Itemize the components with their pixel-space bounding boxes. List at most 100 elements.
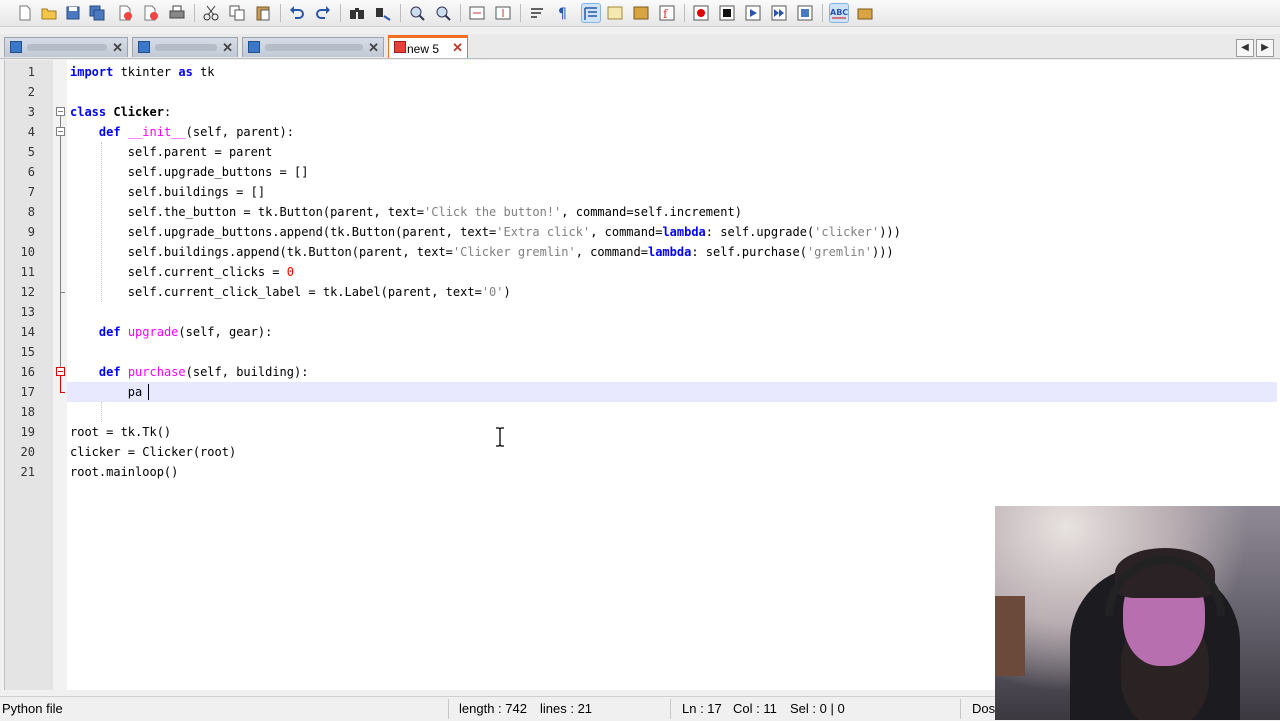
line-number: 18 — [20, 405, 35, 419]
python-file-icon — [248, 41, 260, 53]
file-type-label: Python file — [2, 701, 63, 716]
lines-count-label: lines : 21 — [540, 701, 593, 716]
code-line: self.current_click_label = tk.Label(pare… — [70, 285, 511, 299]
indent-guide-icon[interactable] — [581, 3, 601, 23]
tab-document-2[interactable]: ✕ — [132, 37, 238, 57]
line-number: 13 — [20, 305, 35, 319]
play-macro-icon[interactable] — [744, 4, 762, 22]
open-file-icon[interactable] — [40, 4, 58, 22]
code-line: def upgrade(self, gear): — [98, 325, 273, 339]
code-line: pa — [70, 385, 143, 399]
copy-icon[interactable] — [228, 4, 246, 22]
tab-label-blurred — [27, 44, 107, 51]
redo-icon[interactable] — [314, 4, 332, 22]
code-line: def purchase(self, building): — [98, 365, 309, 379]
line-number: 9 — [27, 225, 35, 239]
code-line: class Clicker: — [70, 105, 172, 119]
line-number: 10 — [20, 245, 35, 259]
tab-label-blurred — [265, 44, 363, 51]
current-line-highlight — [67, 382, 1277, 402]
save-all-icon[interactable] — [88, 4, 106, 22]
line-number: 6 — [27, 165, 35, 179]
code-line: root = tk.Tk() — [70, 425, 172, 439]
code-line: self.parent = parent — [70, 145, 273, 159]
line-number: 20 — [20, 445, 35, 459]
replace-icon[interactable] — [374, 4, 392, 22]
cut-icon[interactable] — [202, 4, 220, 22]
fold-toggle-icon[interactable] — [56, 127, 65, 136]
eol-format-label: Dos — [972, 701, 996, 716]
sync-horizontal-icon[interactable] — [494, 4, 512, 22]
close-icon[interactable]: ✕ — [112, 40, 123, 56]
line-number: 7 — [27, 185, 35, 199]
run-macro-multiple-icon[interactable] — [770, 4, 788, 22]
show-all-characters-icon[interactable]: ¶ — [554, 4, 572, 22]
line-number: 21 — [20, 465, 35, 479]
tab-bar: ✕ ✕ ✕ new 5 ✕ ◀ ▶ — [0, 34, 1280, 59]
line-number: 2 — [27, 85, 35, 99]
code-line: root.mainloop() — [70, 465, 179, 479]
print-icon[interactable] — [168, 4, 186, 22]
tab-scroll-left-icon[interactable]: ◀ — [1236, 39, 1254, 57]
fold-end-marker — [60, 392, 65, 393]
tab-label-blurred — [155, 44, 217, 51]
tab-document-3[interactable]: ✕ — [242, 37, 384, 57]
close-icon[interactable]: ✕ — [452, 40, 463, 56]
code-line: import tkinter as tk — [70, 65, 215, 79]
function-list-icon[interactable]: f — [658, 4, 676, 22]
zoom-out-icon[interactable] — [434, 4, 452, 22]
launch-in-browser-icon[interactable] — [856, 4, 874, 22]
python-file-icon — [10, 41, 22, 53]
code-line: self.upgrade_buttons = [] — [70, 165, 309, 179]
close-icon[interactable]: ✕ — [368, 40, 379, 56]
line-number: 15 — [20, 345, 35, 359]
svg-text:ABC: ABC — [830, 8, 848, 17]
zoom-in-icon[interactable] — [408, 4, 426, 22]
close-all-icon[interactable] — [142, 4, 160, 22]
code-line: self.current_clicks = 0 — [70, 265, 294, 279]
tab-document-1[interactable]: ✕ — [4, 37, 128, 57]
line-number: 8 — [27, 205, 35, 219]
word-wrap-icon[interactable] — [528, 4, 546, 22]
close-icon[interactable]: ✕ — [222, 40, 233, 56]
text-caret — [148, 384, 149, 400]
save-icon[interactable] — [64, 4, 82, 22]
new-file-icon[interactable] — [16, 4, 34, 22]
folder-as-workspace-icon[interactable] — [632, 4, 650, 22]
line-number: 14 — [20, 325, 35, 339]
code-line: self.the_button = tk.Button(parent, text… — [70, 205, 742, 219]
language-icon[interactable] — [606, 4, 624, 22]
line-number: 12 — [20, 285, 35, 299]
svg-text:¶: ¶ — [558, 6, 567, 22]
line-number: 3 — [27, 105, 35, 119]
ibeam-cursor-icon — [495, 427, 505, 447]
tab-scroll-arrows: ◀ ▶ — [1234, 37, 1274, 57]
code-line: self.buildings.append(tk.Button(parent, … — [70, 245, 894, 259]
record-macro-icon[interactable] — [692, 4, 710, 22]
save-macro-icon[interactable] — [796, 4, 814, 22]
fold-toggle-icon[interactable] — [56, 107, 65, 116]
webcam-background-shelf — [995, 596, 1025, 676]
tab-scroll-right-icon[interactable]: ▶ — [1256, 39, 1274, 57]
code-line: def __init__(self, parent): — [98, 125, 294, 139]
spell-check-icon[interactable]: ABC — [829, 3, 849, 23]
tab-new-5[interactable]: new 5 ✕ — [388, 35, 468, 58]
tab-label: new 5 — [407, 42, 440, 56]
paste-icon[interactable] — [254, 4, 272, 22]
code-line: self.buildings = [] — [70, 185, 266, 199]
line-number: 19 — [20, 425, 35, 439]
column-position-label: Col : 11 — [733, 701, 777, 716]
sync-vertical-icon[interactable] — [468, 4, 486, 22]
fold-line — [60, 376, 61, 392]
stop-macro-icon[interactable] — [718, 4, 736, 22]
line-number: 1 — [27, 65, 35, 79]
code-line: clicker = Clicker(root) — [70, 445, 237, 459]
undo-icon[interactable] — [288, 4, 306, 22]
length-label: length : 742 — [459, 701, 527, 716]
line-number: 4 — [27, 125, 35, 139]
fold-end-marker — [60, 292, 65, 293]
line-number: 16 — [20, 365, 35, 379]
close-icon[interactable] — [116, 4, 134, 22]
fold-toggle-icon[interactable] — [56, 367, 65, 376]
find-icon[interactable] — [348, 4, 366, 22]
